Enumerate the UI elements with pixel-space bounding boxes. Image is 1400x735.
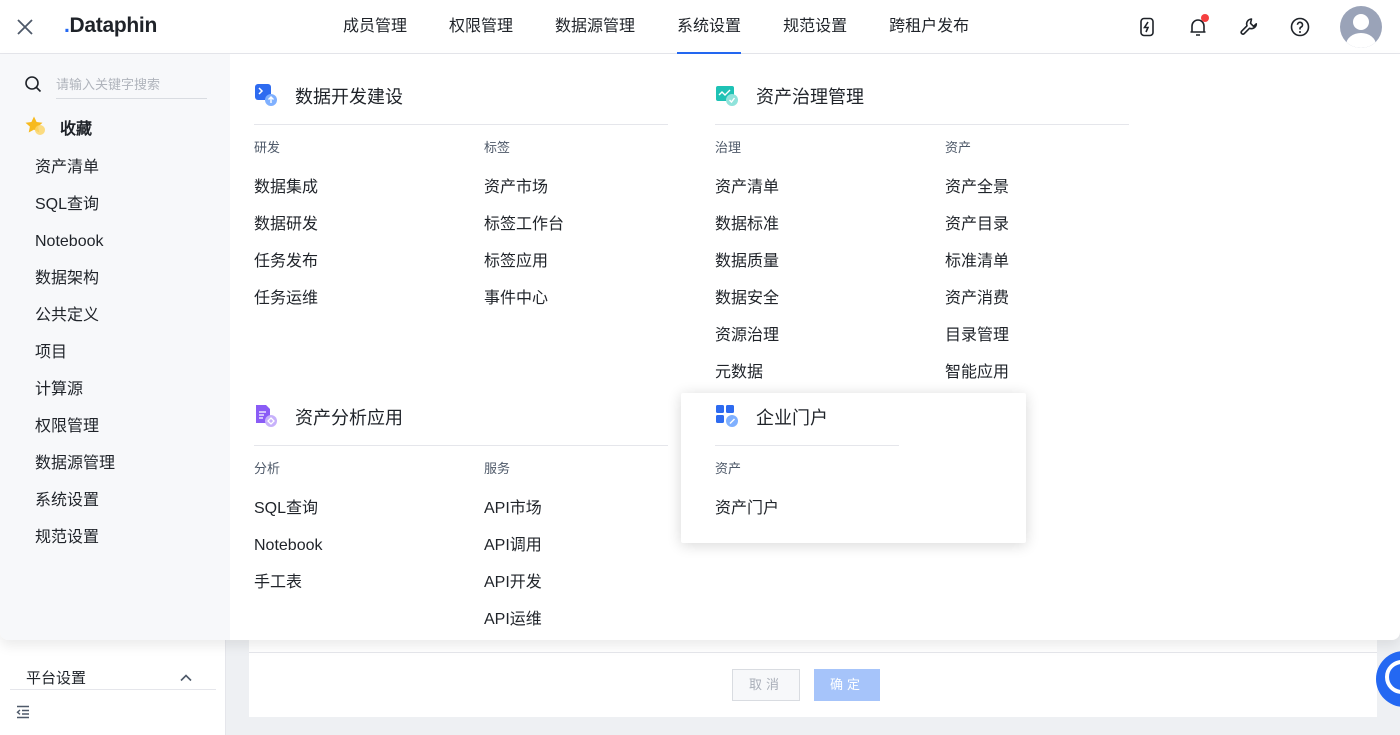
menu-link[interactable]: 任务运维 xyxy=(254,289,454,326)
top-icons xyxy=(1136,0,1382,54)
menu-link[interactable]: 数据安全 xyxy=(715,289,915,326)
app-logo[interactable]: .Dataphin xyxy=(64,14,157,38)
column-title: 分析 xyxy=(254,461,281,476)
cancel-button[interactable]: 取消 xyxy=(732,669,800,701)
section-title: 资产治理管理 xyxy=(756,87,864,107)
content-footer xyxy=(249,640,1377,717)
menu-link[interactable]: 资产门户 xyxy=(715,499,915,536)
menu-link[interactable]: 数据质量 xyxy=(715,252,915,289)
menu-link[interactable]: 标准清单 xyxy=(945,252,1145,289)
menu-link[interactable]: API开发 xyxy=(484,573,684,610)
close-icon[interactable] xyxy=(14,16,36,38)
menu-link[interactable]: API市场 xyxy=(484,499,684,536)
favorite-item[interactable]: Notebook xyxy=(35,228,115,265)
portal-icon xyxy=(716,405,738,427)
favorites-panel: 收藏 资产清单 SQL查询 Notebook 数据架构 公共定义 项目 计算源 … xyxy=(0,54,230,640)
menu-link[interactable]: 标签工作台 xyxy=(484,215,684,252)
section-title: 数据开发建设 xyxy=(295,87,403,107)
nav-item-members[interactable]: 成员管理 xyxy=(322,0,428,54)
product-menu: 收藏 资产清单 SQL查询 Notebook 数据架构 公共定义 项目 计算源 … xyxy=(0,54,1400,640)
menu-link[interactable]: 手工表 xyxy=(254,573,454,610)
favorite-item[interactable]: 资产清单 xyxy=(35,154,115,191)
help-icon[interactable] xyxy=(1289,16,1311,38)
collapse-menu-icon[interactable] xyxy=(14,703,32,721)
top-nav: 成员管理 权限管理 数据源管理 系统设置 规范设置 跨租户发布 xyxy=(322,0,990,54)
development-icon xyxy=(255,84,277,106)
column-title: 资产 xyxy=(945,140,972,155)
menu-link[interactable]: 资源治理 xyxy=(715,326,915,363)
assistant-float-button[interactable] xyxy=(1376,651,1400,707)
favorite-item[interactable]: SQL查询 xyxy=(35,191,115,228)
menu-link[interactable]: 资产全景 xyxy=(945,178,1145,215)
menu-link[interactable]: 资产消费 xyxy=(945,289,1145,326)
menu-link[interactable]: API调用 xyxy=(484,536,684,573)
favorites-list: 资产清单 SQL查询 Notebook 数据架构 公共定义 项目 计算源 权限管… xyxy=(35,154,115,561)
chevron-up-icon[interactable] xyxy=(178,670,194,686)
top-bar: .Dataphin 成员管理 权限管理 数据源管理 系统设置 规范设置 跨租户发… xyxy=(0,0,1400,54)
menu-link[interactable]: 数据标准 xyxy=(715,215,915,252)
analysis-icon xyxy=(256,405,277,427)
bell-icon[interactable] xyxy=(1187,14,1209,38)
menu-link[interactable]: 资产目录 xyxy=(945,215,1145,252)
governance-icon xyxy=(716,86,738,106)
column-title: 标签 xyxy=(484,140,511,155)
menu-link[interactable]: 资产清单 xyxy=(715,178,915,215)
menu-search-input[interactable] xyxy=(56,72,206,96)
column-title: 研发 xyxy=(254,140,281,155)
favorite-item[interactable]: 公共定义 xyxy=(35,302,115,339)
menu-link[interactable]: SQL查询 xyxy=(254,499,454,536)
confirm-button[interactable]: 确定 xyxy=(814,669,880,701)
search-underline xyxy=(56,98,207,99)
menu-link[interactable]: 数据集成 xyxy=(254,178,454,215)
menu-link[interactable]: 数据研发 xyxy=(254,215,454,252)
column-title: 治理 xyxy=(715,140,742,155)
column-title: 服务 xyxy=(484,461,511,476)
menu-link[interactable]: Notebook xyxy=(254,536,454,573)
favorite-item[interactable]: 数据源管理 xyxy=(35,450,115,487)
nav-item-standards[interactable]: 规范设置 xyxy=(762,0,868,54)
avatar[interactable] xyxy=(1340,6,1382,48)
favorites-title: 收藏 xyxy=(60,121,93,138)
platform-settings-label[interactable]: 平台设置 xyxy=(26,667,86,688)
column-title: 资产 xyxy=(715,461,742,476)
menu-link[interactable]: 标签应用 xyxy=(484,252,684,289)
search-icon xyxy=(25,76,42,93)
nav-item-cross-tenant[interactable]: 跨租户发布 xyxy=(868,0,990,54)
favorite-item[interactable]: 系统设置 xyxy=(35,487,115,524)
menu-link[interactable]: 任务发布 xyxy=(254,252,454,289)
menu-link[interactable]: 事件中心 xyxy=(484,289,684,326)
notification-dot xyxy=(1201,14,1209,22)
section-title: 资产分析应用 xyxy=(295,408,403,428)
menu-link[interactable]: 目录管理 xyxy=(945,326,1145,363)
favorite-item[interactable]: 权限管理 xyxy=(35,413,115,450)
section-title: 企业门户 xyxy=(756,408,828,428)
sidebar-divider xyxy=(10,689,216,690)
favorite-item[interactable]: 项目 xyxy=(35,339,115,376)
favorite-item[interactable]: 数据架构 xyxy=(35,265,115,302)
favorite-item[interactable]: 计算源 xyxy=(35,376,115,413)
nav-item-permissions[interactable]: 权限管理 xyxy=(428,0,534,54)
nav-item-datasources[interactable]: 数据源管理 xyxy=(534,0,656,54)
wrench-icon[interactable] xyxy=(1238,16,1260,38)
menu-link[interactable]: API运维 xyxy=(484,610,684,647)
favorite-item[interactable]: 规范设置 xyxy=(35,524,115,561)
enterprise-portal-card: 企业门户 资产 资产门户 xyxy=(681,393,1026,543)
menu-link[interactable]: 资产市场 xyxy=(484,178,684,215)
star-icon xyxy=(25,116,45,135)
nav-item-system-settings[interactable]: 系统设置 xyxy=(656,0,762,54)
flash-icon[interactable] xyxy=(1136,16,1158,38)
